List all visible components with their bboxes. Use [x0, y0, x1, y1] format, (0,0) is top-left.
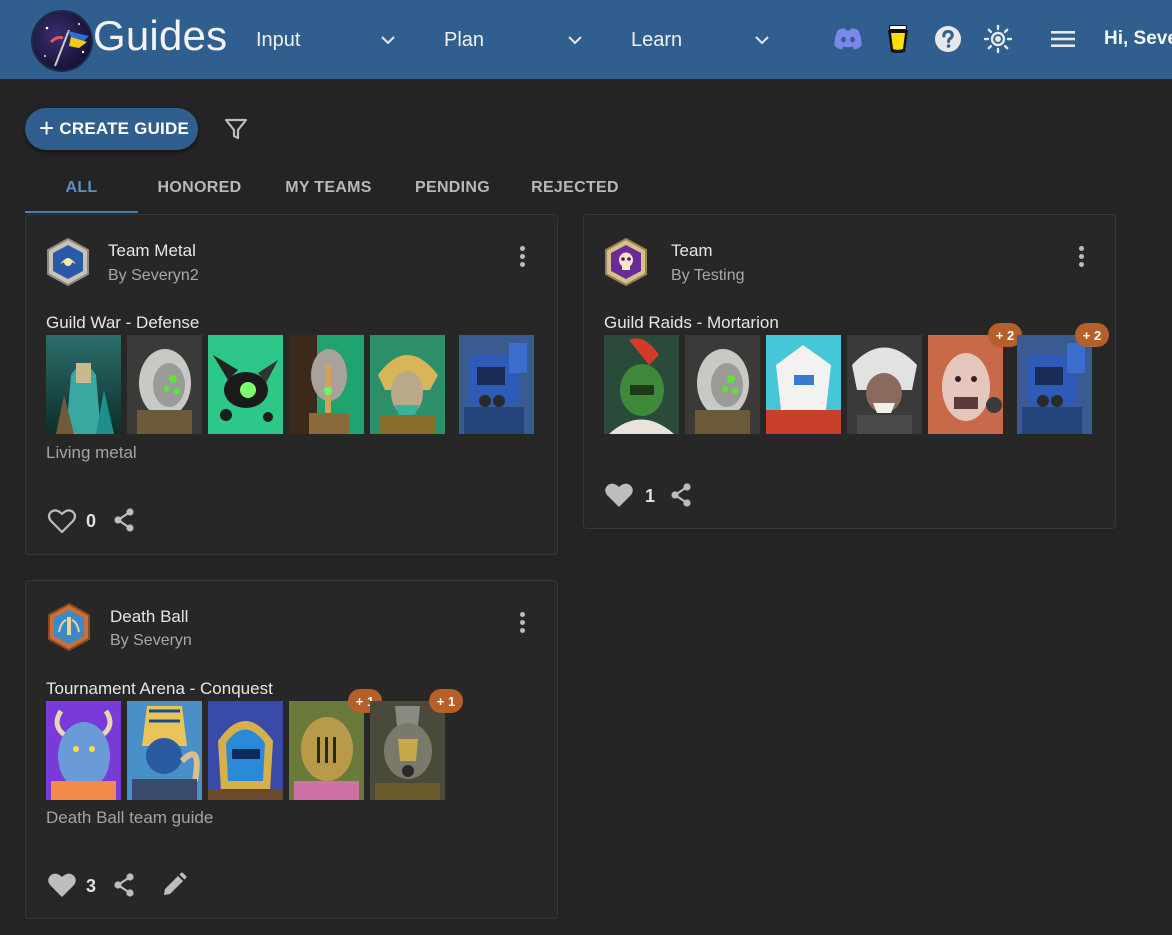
guide-card[interactable]: Team Metal By Severyn2 Guild War - Defen… — [25, 214, 558, 555]
logo-flag-icon — [44, 23, 89, 67]
discord-button[interactable] — [833, 24, 863, 54]
character-portrait-teal-robed-necron[interactable] — [46, 335, 121, 434]
tab-pending[interactable]: PENDING — [396, 164, 509, 212]
help-icon — [935, 26, 961, 52]
active-tab-indicator — [25, 211, 138, 213]
character-portrait-ultramarine-dreadnought[interactable] — [1017, 335, 1092, 434]
extra-characters-badge: + 1 — [429, 689, 463, 713]
edit-pencil-icon[interactable] — [160, 871, 188, 899]
share-icon[interactable] — [110, 506, 138, 534]
chevron-down-icon — [568, 36, 582, 45]
heart-filled-icon[interactable] — [47, 871, 77, 899]
guide-author: By Severyn2 — [108, 267, 199, 284]
app-title: Guides — [93, 12, 228, 59]
tab-honored[interactable]: HONORED — [138, 164, 261, 212]
character-portrait-blue-daemon[interactable] — [46, 701, 121, 800]
discord-icon — [834, 28, 862, 50]
character-portrait-necron-skull-green-eyes[interactable] — [685, 335, 760, 434]
share-icon[interactable] — [667, 481, 695, 509]
tab-my-teams[interactable]: MY TEAMS — [261, 164, 396, 212]
character-portrait-necron-skull-green-eyes[interactable] — [127, 335, 202, 434]
nav-plan-menu[interactable]: Plan — [444, 22, 586, 58]
character-portrait-white-tau-suit[interactable] — [766, 335, 841, 434]
nav-learn-menu[interactable]: Learn — [631, 22, 773, 58]
filter-icon[interactable] — [222, 115, 250, 143]
character-portrait-thousand-sons-sorcerer[interactable] — [127, 701, 202, 800]
nav-input-label: Input — [256, 28, 301, 51]
create-guide-label: CREATE GUIDE — [59, 119, 189, 138]
like-count: 1 — [645, 486, 656, 506]
guide-title[interactable]: Team Metal — [108, 241, 196, 261]
hamburger-menu-icon — [1051, 31, 1075, 47]
game-mode-label: Guild War - Defense — [46, 313, 200, 332]
help-button[interactable] — [933, 24, 963, 54]
like-count: 3 — [86, 876, 97, 896]
heart-filled-icon[interactable] — [604, 481, 634, 509]
guide-card[interactable]: Team By Testing Guild Raids - Mortarion … — [583, 214, 1116, 529]
more-options-icon[interactable] — [512, 608, 532, 636]
guide-title[interactable]: Death Ball — [110, 607, 188, 627]
tab-all[interactable]: ALL — [25, 164, 138, 212]
game-mode-label: Guild Raids - Mortarion — [604, 313, 779, 332]
character-portrait-ultramarine-dreadnought[interactable] — [459, 335, 534, 434]
share-icon[interactable] — [110, 871, 138, 899]
guide-description: Living metal — [46, 443, 137, 462]
tab-rejected[interactable]: REJECTED — [509, 164, 641, 212]
character-portrait-white-haired-ork[interactable] — [847, 335, 922, 434]
create-guide-button[interactable]: + CREATE GUIDE — [25, 108, 198, 150]
character-portrait-thousand-sons-marine[interactable] — [208, 701, 283, 800]
app-logo[interactable] — [31, 10, 93, 72]
silver-rank-icon — [47, 237, 89, 287]
character-portrait-pale-cultist[interactable] — [928, 335, 1003, 434]
theme-toggle-button[interactable] — [983, 24, 1013, 54]
bronze-rank-icon — [48, 602, 90, 652]
character-portrait-gold-necron-lord[interactable] — [370, 335, 445, 434]
user-greeting[interactable]: Hi, Seve — [1104, 28, 1172, 50]
plus-icon: + — [39, 112, 55, 143]
more-options-icon[interactable] — [1071, 242, 1091, 270]
chevron-down-icon — [755, 36, 769, 45]
nav-input-menu[interactable]: Input — [256, 22, 398, 58]
chevron-down-icon — [381, 36, 395, 45]
guide-card[interactable]: Death Ball By Severyn Tournament Arena -… — [25, 580, 558, 919]
like-count: 0 — [86, 511, 97, 531]
extra-characters-badge: + 2 — [1075, 323, 1109, 347]
nav-plan-label: Plan — [444, 28, 485, 51]
nav-learn-label: Learn — [631, 28, 683, 51]
guide-description: Death Ball team guide — [46, 808, 214, 827]
guide-author: By Testing — [671, 267, 745, 284]
guide-author: By Severyn — [110, 632, 192, 649]
game-mode-label: Tournament Arena - Conquest — [46, 679, 273, 698]
character-portrait-plague-marine-grey[interactable] — [370, 701, 445, 800]
main-menu-button[interactable] — [1048, 24, 1078, 54]
purple-skull-rank-icon — [605, 237, 647, 287]
character-portrait-plague-marine-gold[interactable] — [289, 701, 364, 800]
guide-title[interactable]: Team — [671, 241, 713, 261]
more-options-icon[interactable] — [512, 242, 532, 270]
character-portrait-necron-staff-bearer[interactable] — [289, 335, 364, 434]
buy-me-coffee-button[interactable] — [883, 24, 913, 54]
top-app-bar: Guides Input Plan Learn Hi, Seve — [0, 0, 1172, 79]
sun-icon — [983, 24, 1013, 54]
coffee-cup-icon — [888, 25, 908, 53]
character-portrait-scarab-swarm[interactable] — [208, 335, 283, 434]
character-portrait-green-plumed-marine[interactable] — [604, 335, 679, 434]
heart-outline-icon[interactable] — [47, 507, 77, 535]
